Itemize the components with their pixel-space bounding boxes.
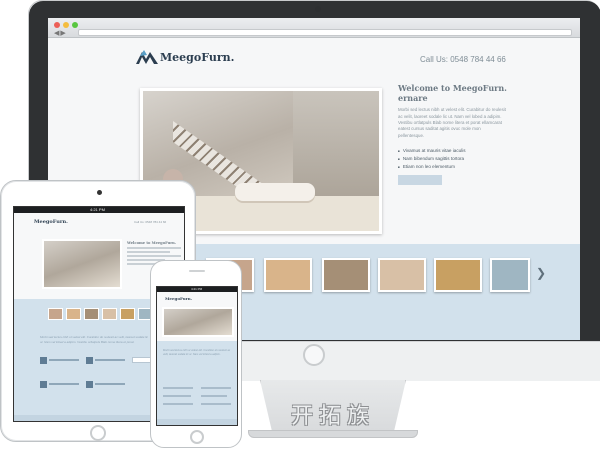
feature-list: Vivamus at mauris vitae iaculis Nam bibe… — [398, 147, 508, 171]
welcome-section: Welcome to MeegoFurn. ernare Morbi sed l… — [398, 83, 508, 186]
welcome-title: Welcome to MeegoFurn. — [127, 241, 176, 245]
status-time: 4:21 PM — [191, 287, 203, 291]
feature-card — [40, 357, 80, 365]
close-window-icon[interactable] — [54, 22, 60, 28]
gallery-thumbnail[interactable] — [490, 258, 530, 292]
hero-image — [162, 307, 234, 337]
gallery-thumbnail[interactable] — [48, 308, 63, 320]
welcome-title: Welcome to MeegoFurn. ernare — [398, 83, 507, 103]
logo-icon[interactable] — [136, 50, 158, 64]
watermark-text: 开拓族 — [290, 404, 375, 429]
status-bar: 4:21 PM — [14, 207, 184, 213]
welcome-paragraph: Morbi sed lectus nibh ut velest elit. Cu… — [398, 107, 506, 138]
monitor-stand: 开拓族 — [248, 380, 418, 442]
responsive-mockup: ◀▶ MeegoFurn. Call Us: 0548 784 44 66 We… — [0, 0, 600, 450]
address-bar[interactable] — [78, 29, 572, 36]
gallery-thumbnail[interactable] — [102, 308, 117, 320]
gallery-thumbnail[interactable] — [378, 258, 426, 292]
home-button-icon — [90, 425, 106, 441]
status-time: 4:21 PM — [90, 207, 105, 212]
gallery-thumbnail[interactable] — [264, 258, 312, 292]
feature-line — [201, 387, 231, 389]
site-logo[interactable]: MeegoFurn. — [165, 296, 192, 301]
list-item: Nam bibendum sagittis tortora — [398, 155, 508, 163]
gallery-thumbnail[interactable] — [434, 258, 482, 292]
phone-device: 4:21 PM MeegoFurn. Morbi sed lectus nibh… — [150, 260, 242, 448]
list-item: Etiam non leo elementum — [398, 163, 508, 171]
chevron-right-icon[interactable]: ❯ — [536, 266, 546, 280]
hero-image — [42, 239, 122, 289]
power-button-icon — [303, 344, 325, 366]
home-button-icon — [190, 430, 204, 444]
phone-screen: 4:21 PM MeegoFurn. Morbi sed lectus nibh… — [156, 286, 238, 426]
back-forward-icon[interactable]: ◀▶ — [54, 29, 67, 37]
feature-card — [86, 357, 126, 365]
feature-line — [163, 395, 191, 397]
speaker-icon — [189, 270, 205, 272]
feature-line — [201, 403, 231, 405]
footer — [157, 419, 237, 425]
read-more-button[interactable] — [398, 175, 442, 186]
camera-icon — [97, 190, 102, 195]
intro-text: Morbi sed lectus nibh ut velest elit. Cu… — [40, 335, 149, 344]
feature-card — [86, 381, 126, 389]
camera-icon — [315, 6, 321, 12]
intro-text: Morbi sed lectus nibh ut velest elit. Cu… — [163, 349, 231, 356]
feature-line — [163, 403, 193, 405]
call-us-text: Call Us: 0548 784 44 66 — [134, 220, 167, 224]
call-us-text: Call Us: 0548 784 44 66 — [420, 55, 506, 64]
browser-toolbar: ◀▶ — [48, 18, 580, 38]
gallery-thumbnail[interactable] — [120, 308, 135, 320]
maximize-window-icon[interactable] — [72, 22, 78, 28]
site-logo[interactable]: MeegoFurn. — [160, 51, 234, 64]
list-item: Vivamus at mauris vitae iaculis — [398, 147, 508, 155]
site-logo[interactable]: MeegoFurn. — [34, 219, 68, 225]
feature-line — [201, 395, 227, 397]
gallery-thumbnail[interactable] — [84, 308, 99, 320]
status-bar: 4:21 PM — [157, 287, 237, 292]
feature-card — [40, 381, 80, 389]
feature-line — [163, 387, 193, 389]
minimize-window-icon[interactable] — [63, 22, 69, 28]
gallery-thumbnail[interactable] — [66, 308, 81, 320]
gallery-thumbnail[interactable] — [322, 258, 370, 292]
